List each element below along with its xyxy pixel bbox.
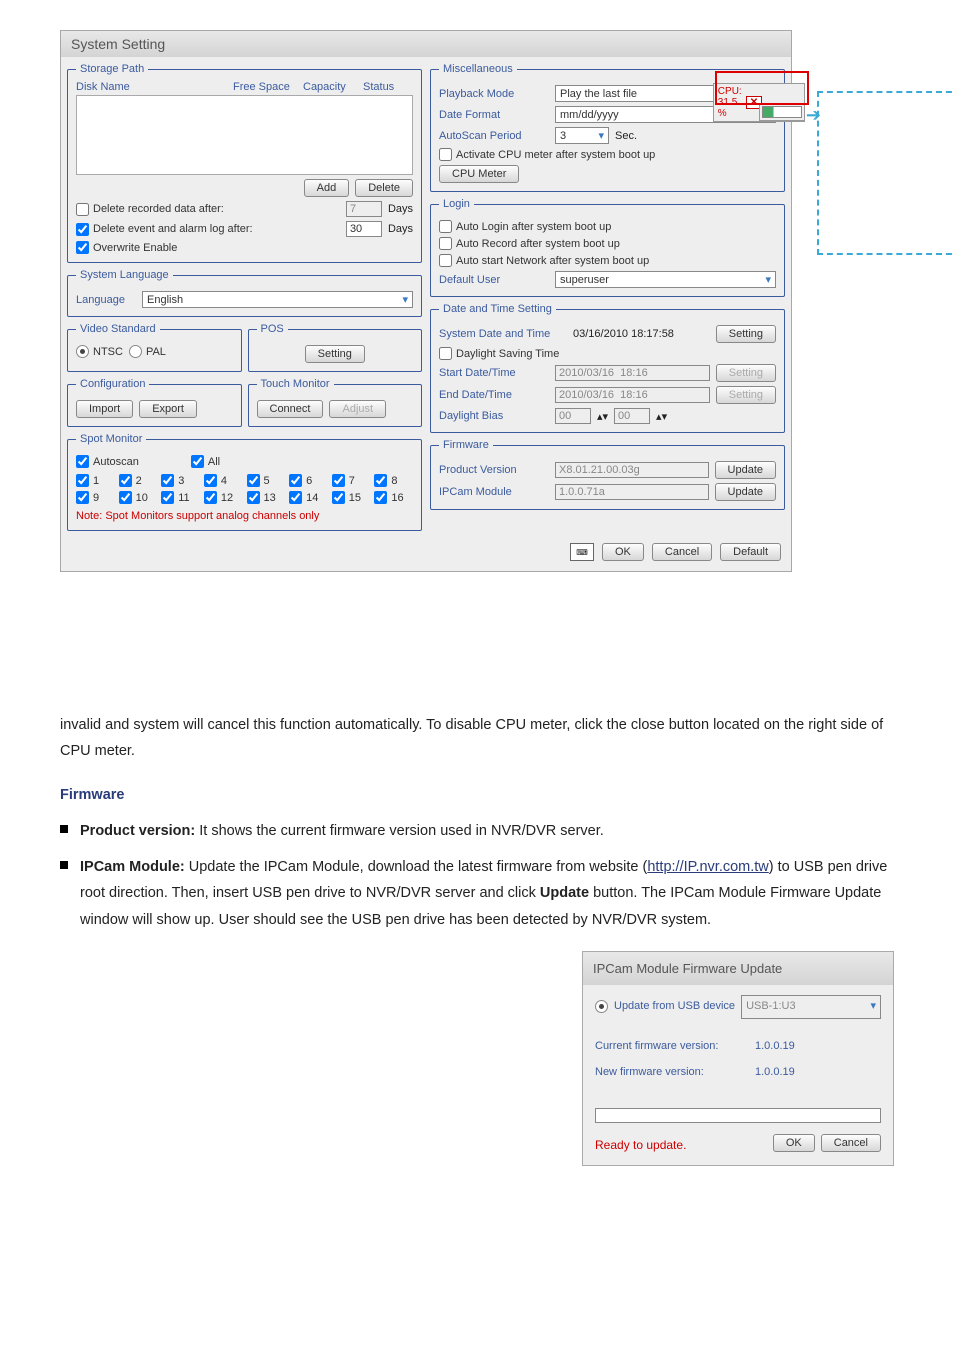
chevron-down-icon: ▾ (598, 129, 604, 142)
ipcam-version (555, 484, 709, 500)
autoscan-select[interactable]: 3▾ (555, 127, 609, 144)
spot-note: Note: Spot Monitors support analog chann… (76, 510, 413, 522)
bullet-pv: Product version: It shows the current fi… (80, 818, 604, 844)
dst-start-setting: Setting (716, 364, 776, 382)
adjust-button: Adjust (329, 400, 386, 418)
product-version (555, 462, 709, 478)
spot-ch-1[interactable]: 1 (76, 474, 115, 487)
ipcam-update-button[interactable]: Update (715, 483, 776, 501)
paragraph: invalid and system will cancel this func… (60, 712, 894, 764)
storage-path-group: Storage Path Disk Name Free Space Capaci… (67, 63, 422, 263)
ip-cancel-button[interactable]: Cancel (821, 1134, 881, 1152)
spot-ch-2[interactable]: 2 (119, 474, 158, 487)
dst-checkbox[interactable]: Daylight Saving Time (439, 347, 559, 360)
dst-end-setting: Setting (716, 386, 776, 404)
pos-setting-button[interactable]: Setting (305, 345, 365, 363)
delete-recorded-days[interactable] (346, 201, 382, 217)
chevron-down-icon: ▾ (870, 997, 876, 1017)
spot-monitor-group: Spot Monitor Autoscan All 12345678910111… (67, 433, 422, 531)
export-button[interactable]: Export (139, 400, 197, 418)
language-group: System Language Language English▾ (67, 269, 422, 317)
status-text: Ready to update. (595, 1135, 773, 1157)
pos-group: POS Setting (248, 323, 423, 372)
window-title: System Setting (61, 31, 791, 57)
disk-list[interactable] (76, 95, 413, 175)
spot-ch-6[interactable]: 6 (289, 474, 328, 487)
video-standard-group: Video Standard NTSC PAL (67, 323, 242, 372)
usb-radio[interactable] (595, 1000, 608, 1013)
language-select[interactable]: English▾ (142, 291, 413, 308)
system-setting-window: System Setting Storage Path Disk Name Fr… (60, 30, 792, 572)
spot-ch-11[interactable]: 11 (161, 491, 200, 504)
spot-ch-16[interactable]: 16 (374, 491, 413, 504)
bias-m (614, 408, 650, 424)
add-button[interactable]: Add (304, 179, 350, 197)
delete-event-days[interactable] (346, 221, 382, 237)
connect-button[interactable]: Connect (257, 400, 324, 418)
default-button[interactable]: Default (720, 543, 781, 561)
touch-group: Touch Monitor ConnectAdjust (248, 378, 423, 427)
progress-bar (595, 1108, 881, 1123)
spot-ch-13[interactable]: 13 (247, 491, 286, 504)
auto-network-checkbox[interactable]: Auto start Network after system boot up (439, 254, 649, 267)
delete-button[interactable]: Delete (355, 179, 413, 197)
spot-ch-15[interactable]: 15 (332, 491, 371, 504)
bias-h (555, 408, 591, 424)
cpu-meter-button[interactable]: CPU Meter (439, 165, 519, 183)
datetime-group: Date and Time Setting System Date and Ti… (430, 303, 785, 433)
dst-start-input (555, 365, 710, 381)
ipcam-window-title: IPCam Module Firmware Update (583, 952, 893, 985)
firmware-heading: Firmware (60, 782, 894, 808)
ntsc-radio[interactable]: NTSC (76, 345, 123, 358)
bullet-icon (60, 825, 68, 833)
spot-ch-8[interactable]: 8 (374, 474, 413, 487)
product-update-button[interactable]: Update (715, 461, 776, 479)
callout-target (817, 91, 954, 255)
spot-ch-5[interactable]: 5 (247, 474, 286, 487)
activate-cpu-checkbox[interactable]: Activate CPU meter after system boot up (439, 148, 655, 161)
ipcam-update-window: IPCam Module Firmware Update Update from… (582, 951, 894, 1166)
dst-end-input (555, 387, 710, 403)
spot-ch-7[interactable]: 7 (332, 474, 371, 487)
keyboard-icon[interactable]: ⌨ (570, 543, 594, 561)
spot-ch-12[interactable]: 12 (204, 491, 243, 504)
auto-login-checkbox[interactable]: Auto Login after system boot up (439, 220, 611, 233)
chevron-down-icon: ▾ (765, 273, 771, 286)
spot-ch-9[interactable]: 9 (76, 491, 115, 504)
dt-setting-button[interactable]: Setting (716, 325, 776, 343)
spot-ch-4[interactable]: 4 (204, 474, 243, 487)
config-group: Configuration ImportExport (67, 378, 242, 427)
spot-ch-10[interactable]: 10 (119, 491, 158, 504)
cpu-bar (762, 106, 802, 118)
ok-button[interactable]: OK (602, 543, 644, 561)
bullet-icon (60, 861, 68, 869)
default-user-select[interactable]: superuser▾ (555, 271, 776, 288)
spot-ch-14[interactable]: 14 (289, 491, 328, 504)
ip-ok-button[interactable]: OK (773, 1134, 815, 1152)
spot-ch-3[interactable]: 3 (161, 474, 200, 487)
pal-radio[interactable]: PAL (129, 345, 166, 358)
chevron-down-icon: ▾ (402, 293, 408, 306)
autoscan-checkbox[interactable]: Autoscan (76, 455, 139, 468)
usb-device-select[interactable]: USB-1:U3▾ (741, 995, 881, 1019)
delete-recorded-checkbox[interactable]: Delete recorded data after: (76, 203, 224, 216)
all-checkbox[interactable]: All (191, 455, 220, 468)
delete-event-checkbox[interactable]: Delete event and alarm log after: (76, 223, 253, 236)
ipcam-url[interactable]: http://IP.nvr.com.tw (647, 859, 768, 875)
login-group: Login Auto Login after system boot up Au… (430, 198, 785, 297)
import-button[interactable]: Import (76, 400, 133, 418)
bullet-ip: IPCam Module: Update the IPCam Module, d… (80, 854, 894, 1166)
overwrite-checkbox[interactable]: Overwrite Enable (76, 241, 177, 254)
cancel-button[interactable]: Cancel (652, 543, 712, 561)
firmware-group: Firmware Product VersionUpdate IPCam Mod… (430, 439, 785, 510)
auto-record-checkbox[interactable]: Auto Record after system boot up (439, 237, 620, 250)
